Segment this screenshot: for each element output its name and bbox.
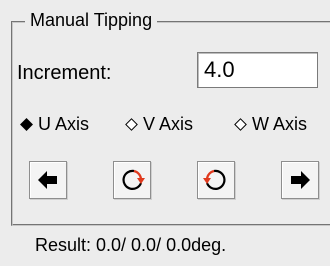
radio-u-axis-label: U Axis	[38, 114, 90, 134]
radio-selected-icon	[20, 118, 33, 131]
increment-field[interactable]	[197, 52, 318, 88]
rotate-cw-button[interactable]	[113, 161, 151, 199]
radio-w-axis-label: W Axis	[252, 114, 308, 134]
result-readout: Result: 0.0/ 0.0/ 0.0deg.	[35, 235, 227, 255]
rotate-clockwise-icon	[122, 169, 145, 190]
radio-w-axis[interactable]: W Axis	[234, 114, 308, 135]
radio-unselected-icon	[125, 118, 138, 131]
radio-v-axis[interactable]: V Axis	[125, 114, 194, 135]
radio-v-axis-label: V Axis	[143, 114, 194, 134]
arrow-right-icon	[291, 171, 310, 189]
radio-unselected-icon	[234, 118, 247, 131]
group-title: Manual Tipping	[25, 9, 158, 31]
rotate-counterclockwise-icon	[203, 169, 226, 190]
tip-left-button[interactable]	[29, 161, 67, 199]
arrow-left-icon	[38, 171, 57, 189]
radio-u-axis[interactable]: U Axis	[20, 114, 90, 135]
tip-right-button[interactable]	[281, 161, 319, 199]
rotate-ccw-button[interactable]	[197, 161, 235, 199]
increment-label: Increment:	[17, 62, 112, 84]
